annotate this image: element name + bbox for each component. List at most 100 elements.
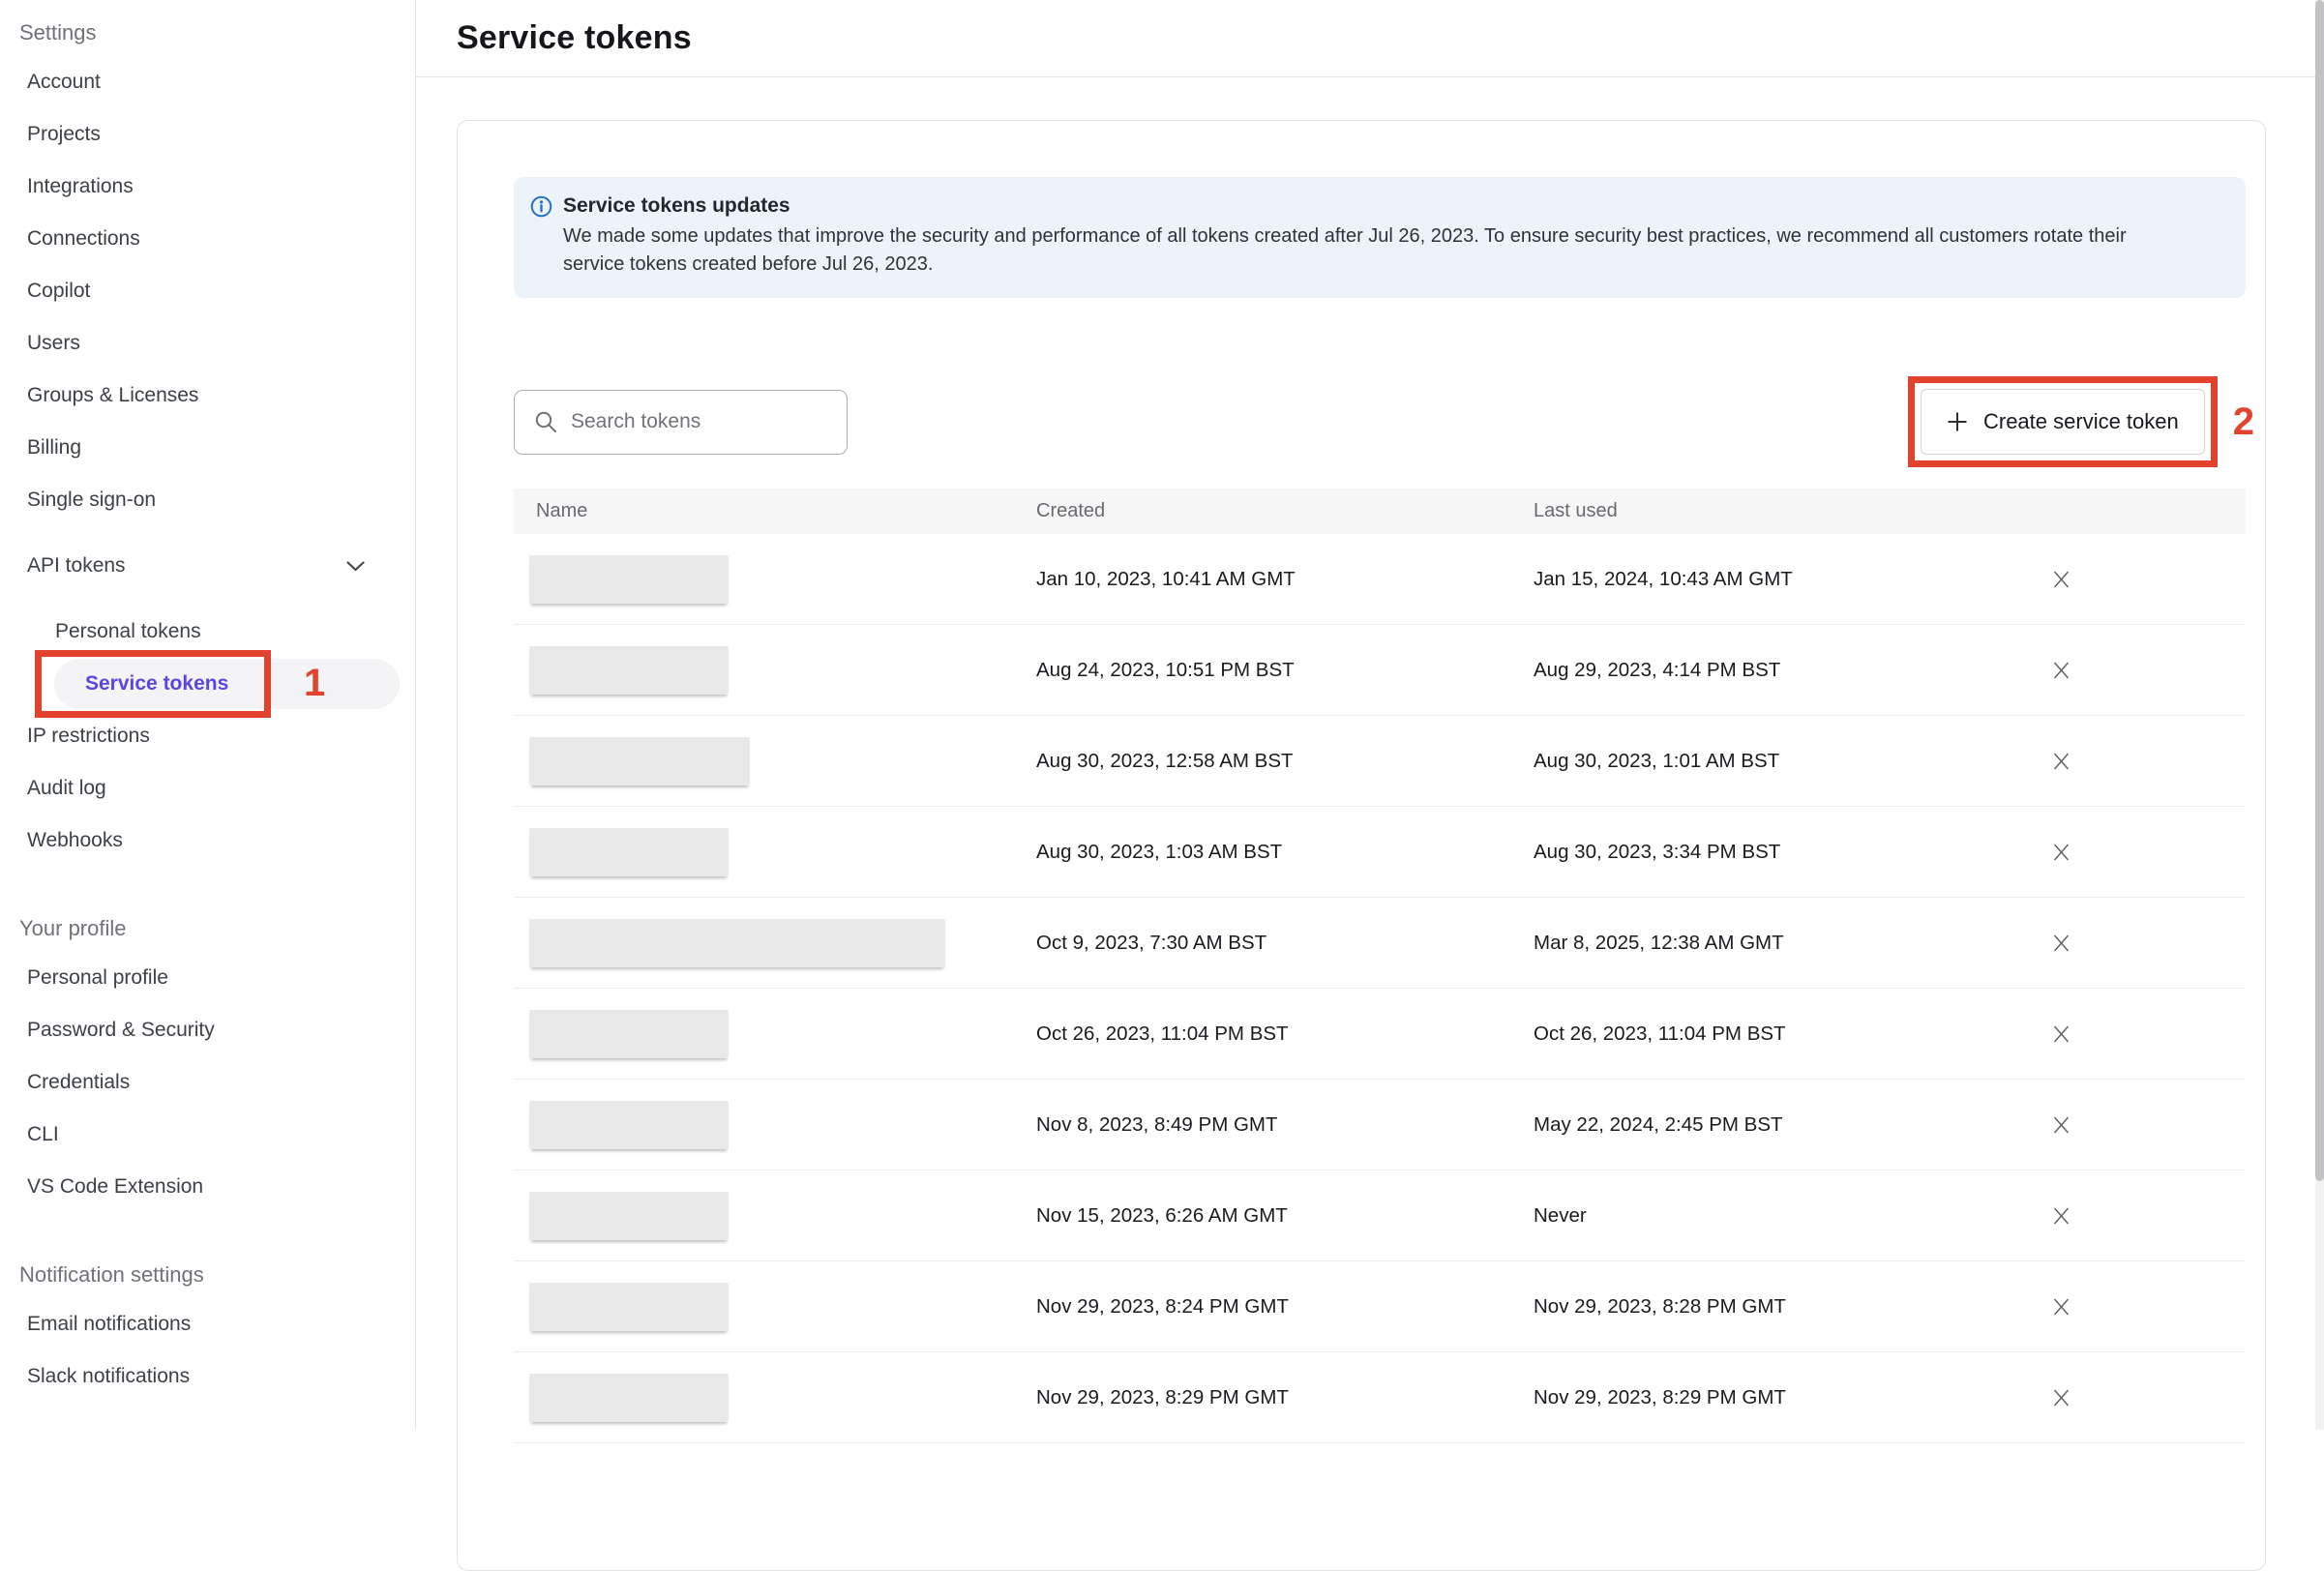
token-name-placeholder <box>529 555 729 604</box>
sidebar-section-your-profile: Your profile <box>0 905 415 952</box>
table-row: Aug 24, 2023, 10:51 PM BST Aug 29, 2023,… <box>514 625 2246 716</box>
sidebar-item-credentials[interactable]: Credentials <box>0 1056 415 1109</box>
token-name-placeholder <box>529 1374 729 1422</box>
close-icon <box>2053 843 2070 862</box>
token-created: Nov 29, 2023, 8:24 PM GMT <box>1036 1295 1534 1319</box>
info-icon <box>530 195 552 218</box>
delete-token-button[interactable] <box>2042 1289 2079 1325</box>
token-last-used: Oct 26, 2023, 11:04 PM BST <box>1534 1023 2048 1046</box>
delete-token-button[interactable] <box>2042 1198 2079 1234</box>
token-created: Nov 15, 2023, 6:26 AM GMT <box>1036 1204 1534 1228</box>
column-header-name: Name <box>514 500 1036 522</box>
token-name-placeholder <box>529 828 729 876</box>
token-created: Oct 26, 2023, 11:04 PM BST <box>1036 1023 1534 1046</box>
column-header-last-used: Last used <box>1534 500 2048 522</box>
banner-body: We made some updates that improve the se… <box>563 222 2155 279</box>
sidebar-item-personal-tokens[interactable]: Personal tokens <box>0 606 415 658</box>
scrollbar-thumb[interactable] <box>2315 0 2324 1181</box>
token-name-placeholder <box>529 1192 729 1240</box>
banner-title: Service tokens updates <box>563 193 2155 220</box>
delete-token-button[interactable] <box>2042 743 2079 780</box>
delete-token-button[interactable] <box>2042 1379 2079 1416</box>
annotation-box-step2: Create service token <box>1908 376 2218 467</box>
table-row: Aug 30, 2023, 1:03 AM BST Aug 30, 2023, … <box>514 807 2246 898</box>
delete-token-button[interactable] <box>2042 1016 2079 1052</box>
sidebar-item-users[interactable]: Users <box>0 317 415 370</box>
sidebar-item-audit-log[interactable]: Audit log <box>0 762 415 815</box>
banner-text: Service tokens updates We made some upda… <box>563 193 2155 279</box>
page-title: Service tokens <box>457 19 692 57</box>
sidebar-item-personal-profile[interactable]: Personal profile <box>0 952 415 1004</box>
token-name-placeholder <box>529 1283 729 1331</box>
delete-token-button[interactable] <box>2042 925 2079 962</box>
delete-token-button[interactable] <box>2042 652 2079 689</box>
sidebar-item-slack-notifications[interactable]: Slack notifications <box>0 1350 415 1403</box>
close-icon <box>2053 1115 2070 1135</box>
token-created: Nov 29, 2023, 8:29 PM GMT <box>1036 1386 1534 1409</box>
close-icon <box>2053 934 2070 953</box>
token-name-placeholder <box>529 1101 729 1149</box>
sidebar-item-webhooks[interactable]: Webhooks <box>0 815 415 867</box>
sidebar-item-cli[interactable]: CLI <box>0 1109 415 1161</box>
sidebar-item-integrations[interactable]: Integrations <box>0 161 415 213</box>
token-name-placeholder <box>529 919 945 967</box>
sidebar-item-single-sign-on[interactable]: Single sign-on <box>0 474 415 526</box>
delete-token-button[interactable] <box>2042 1107 2079 1143</box>
delete-token-button[interactable] <box>2042 834 2079 871</box>
sidebar-item-vs-code-extension[interactable]: VS Code Extension <box>0 1161 415 1213</box>
sidebar-item-billing[interactable]: Billing <box>0 422 415 474</box>
table-row: Nov 15, 2023, 6:26 AM GMT Never <box>514 1171 2246 1261</box>
sidebar-item-copilot[interactable]: Copilot <box>0 265 415 317</box>
close-icon <box>2053 661 2070 680</box>
close-icon <box>2053 1206 2070 1226</box>
sidebar-item-email-notifications[interactable]: Email notifications <box>0 1298 415 1350</box>
sidebar-item-password-security[interactable]: Password & Security <box>0 1004 415 1056</box>
sidebar-item-ip-restrictions[interactable]: IP restrictions <box>0 710 415 762</box>
table-row: Aug 30, 2023, 12:58 AM BST Aug 30, 2023,… <box>514 716 2246 807</box>
token-created: Aug 24, 2023, 10:51 PM BST <box>1036 659 1534 682</box>
close-icon <box>2053 1297 2070 1317</box>
delete-token-button[interactable] <box>2042 561 2079 598</box>
toolbar-right: Create service token 2 <box>1908 376 2254 467</box>
service-tokens-card: Service tokens updates We made some upda… <box>457 120 2266 1571</box>
sidebar-item-service-tokens-active[interactable]: Service tokens <box>0 658 415 710</box>
table-row: Jan 10, 2023, 10:41 AM GMT Jan 15, 2024,… <box>514 534 2246 625</box>
scrollbar-track[interactable] <box>2315 0 2324 1430</box>
main-content: Service tokens Service tokens updates We… <box>416 0 2324 1430</box>
token-name-placeholder <box>529 737 750 786</box>
table-row: Nov 8, 2023, 8:49 PM GMT May 22, 2024, 2… <box>514 1080 2246 1171</box>
sidebar-section-notification-settings: Notification settings <box>0 1252 415 1298</box>
token-name-placeholder <box>529 646 729 695</box>
token-last-used: Aug 29, 2023, 4:14 PM BST <box>1534 659 2048 682</box>
chevron-down-icon <box>346 561 365 572</box>
token-created: Oct 9, 2023, 7:30 AM BST <box>1036 932 1534 955</box>
sidebar-item-account[interactable]: Account <box>0 56 415 108</box>
service-tokens-table: Name Created Last used Jan 10, 2023, 10:… <box>514 489 2246 1443</box>
token-last-used: Nov 29, 2023, 8:29 PM GMT <box>1534 1386 2048 1409</box>
create-service-token-button[interactable]: Create service token <box>1921 389 2205 455</box>
search-box[interactable] <box>514 390 848 455</box>
token-created: Aug 30, 2023, 12:58 AM BST <box>1036 750 1534 773</box>
active-nav-pill[interactable]: Service tokens <box>54 659 400 709</box>
sidebar-item-api-tokens[interactable]: API tokens <box>0 540 415 592</box>
token-last-used: Jan 15, 2024, 10:43 AM GMT <box>1534 568 2048 591</box>
table-row: Nov 29, 2023, 8:24 PM GMT Nov 29, 2023, … <box>514 1261 2246 1352</box>
annotation-number-step1: 1 <box>304 662 325 705</box>
search-icon <box>534 410 557 433</box>
token-last-used: Nov 29, 2023, 8:28 PM GMT <box>1534 1295 2048 1319</box>
close-icon <box>2053 1024 2070 1044</box>
token-last-used: Aug 30, 2023, 3:34 PM BST <box>1534 841 2048 864</box>
search-input[interactable] <box>571 410 822 433</box>
close-icon <box>2053 1388 2070 1408</box>
settings-sidebar: Settings Account Projects Integrations C… <box>0 0 416 1430</box>
sidebar-item-connections[interactable]: Connections <box>0 213 415 265</box>
plus-icon <box>1947 411 1968 432</box>
sidebar-item-projects[interactable]: Projects <box>0 108 415 161</box>
close-icon <box>2053 752 2070 771</box>
sidebar-item-label: Service tokens <box>85 672 228 696</box>
annotation-number-step2: 2 <box>2233 400 2254 444</box>
sidebar-item-groups-licenses[interactable]: Groups & Licenses <box>0 370 415 422</box>
toolbar: Create service token 2 <box>514 375 2207 468</box>
token-created: Nov 8, 2023, 8:49 PM GMT <box>1036 1113 1534 1137</box>
token-last-used: Aug 30, 2023, 1:01 AM BST <box>1534 750 2048 773</box>
